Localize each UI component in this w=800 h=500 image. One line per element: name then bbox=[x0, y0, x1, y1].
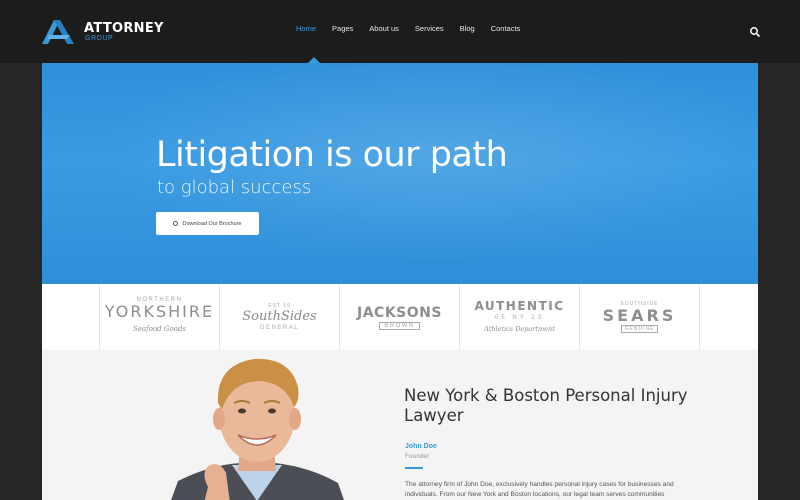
partner-logo-southsides[interactable]: EST 19 SouthSides GENERAL bbox=[220, 284, 340, 350]
hero-banner: Litigation is our path to global success… bbox=[42, 63, 758, 284]
download-brochure-label: Download Our Brochure bbox=[182, 220, 242, 227]
partner-logo-main: JACKSONS bbox=[357, 305, 442, 321]
partner-logo-authentic[interactable]: AUTHENTIC 05 NY 23 Athletics Department bbox=[460, 284, 580, 350]
nav-services[interactable]: Services bbox=[415, 24, 444, 40]
hero-title: Litigation is our path bbox=[156, 135, 508, 175]
founder-name[interactable]: John Doe bbox=[405, 443, 437, 450]
founder-role: Founder bbox=[405, 453, 430, 460]
partner-logo-yorkshire[interactable]: NORTHERN YORKSHIRE Seafood Goods bbox=[100, 284, 220, 350]
site-header: ATTORNEY GROUP Home Pages About us Servi… bbox=[0, 0, 800, 63]
nav-home[interactable]: Home bbox=[296, 24, 316, 40]
download-icon bbox=[173, 221, 179, 226]
logo-a-icon bbox=[42, 20, 74, 44]
logo-spacer-right bbox=[700, 284, 758, 350]
nav-blog[interactable]: Blog bbox=[460, 24, 475, 40]
partner-logo-main: YORKSHIRE bbox=[104, 302, 215, 321]
partner-logo-sears[interactable]: SOUTHSIDE SEARS GENUINE bbox=[580, 284, 700, 350]
about-text: The attorney firm of John Doe, exclusive… bbox=[405, 481, 674, 498]
main-nav: Home Pages About us Services Blog Contac… bbox=[296, 24, 536, 40]
partner-logo-jacksons[interactable]: JACKSONS BROWN bbox=[340, 284, 460, 350]
accent-divider bbox=[405, 467, 423, 469]
partner-logo-bottom: BROWN bbox=[379, 322, 420, 330]
nav-contacts[interactable]: Contacts bbox=[491, 24, 521, 40]
download-brochure-button[interactable]: Download Our Brochure bbox=[156, 212, 259, 235]
nav-about-us[interactable]: About us bbox=[369, 24, 399, 40]
search-icon[interactable] bbox=[749, 26, 761, 38]
logo-title: ATTORNEY bbox=[84, 21, 164, 36]
logo-spacer-left bbox=[42, 284, 100, 350]
logo-subtitle: GROUP bbox=[85, 35, 114, 42]
partner-logo-main: SouthSides bbox=[242, 309, 317, 324]
partner-logo-bottom: Athletics Department bbox=[484, 325, 555, 333]
partner-logo-top: AUTHENTIC bbox=[474, 299, 565, 313]
founder-photo bbox=[171, 358, 344, 500]
about-section: New York & Boston Personal Injury Lawyer… bbox=[42, 350, 758, 500]
partner-logo-bottom: GENUINE bbox=[620, 325, 659, 333]
partner-logo-bottom: GENERAL bbox=[259, 325, 300, 331]
partner-logo-bottom: Seafood Goods bbox=[133, 325, 186, 333]
about-heading: New York & Boston Personal Injury Lawyer bbox=[404, 386, 688, 425]
site-logo[interactable]: ATTORNEY GROUP bbox=[40, 18, 170, 46]
partner-logos-strip: NORTHERN YORKSHIRE Seafood Goods EST 19 … bbox=[42, 284, 758, 350]
partner-logo-main: SEARS bbox=[602, 306, 677, 325]
hero-subtitle: to global success bbox=[157, 177, 312, 198]
nav-pages[interactable]: Pages bbox=[332, 24, 353, 40]
